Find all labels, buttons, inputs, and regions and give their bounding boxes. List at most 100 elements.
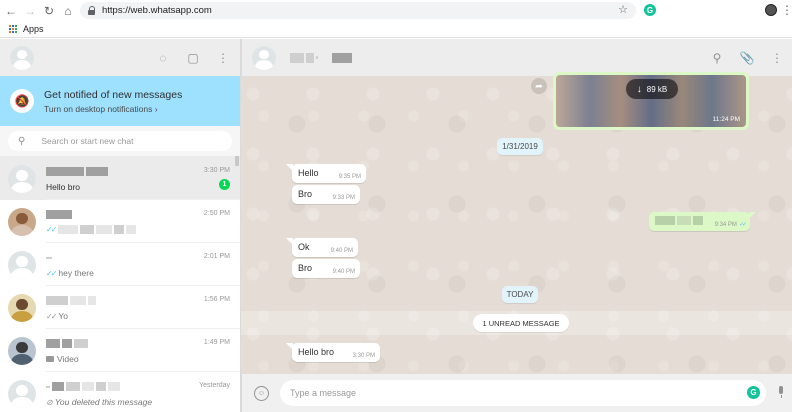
last-message: Video: [57, 354, 79, 364]
address-bar[interactable]: https://web.whatsapp.com ☆: [80, 2, 636, 19]
last-message: You deleted this message: [54, 397, 153, 407]
chat-item[interactable]: ✓✓ hey there 2:01 PM: [0, 243, 240, 286]
message-input[interactable]: [290, 388, 730, 398]
download-button[interactable]: ↓ 89 kB: [626, 79, 678, 99]
my-avatar[interactable]: [10, 45, 34, 70]
chat-item[interactable]: ✓✓ Yo 1:56 PM: [0, 286, 240, 329]
chat-time: 2:01 PM: [203, 253, 230, 260]
new-chat-icon[interactable]: ▢: [186, 51, 200, 65]
last-message: Yo: [58, 311, 69, 321]
contact-avatar[interactable]: [252, 45, 276, 70]
message-time: 11:24 PM: [712, 116, 740, 123]
forward-icon[interactable]: →: [22, 3, 38, 19]
url-text: https://web.whatsapp.com: [102, 5, 212, 16]
emoji-icon[interactable]: ☺: [254, 385, 269, 401]
incoming-message[interactable]: Hello 9:35 PM: [286, 164, 366, 183]
message-time: 3:30 PM: [352, 353, 375, 359]
chat-item[interactable]: ✓✓ 2:50 PM: [0, 200, 240, 243]
attach-icon[interactable]: 📎: [740, 51, 755, 65]
search-box: ⚲: [8, 131, 232, 151]
search-icon: ⚲: [18, 135, 26, 147]
delivered-receipt-icon: ✓✓: [46, 311, 57, 321]
lock-icon: [88, 6, 96, 15]
message-time: 9:34 PM ✓✓: [714, 222, 747, 228]
notification-title: Get notified of new messages: [44, 88, 183, 101]
search-input[interactable]: [41, 136, 212, 146]
notification-banner[interactable]: 🔕 Get notified of new messages Turn on d…: [0, 76, 240, 126]
message-time: 9:33 PM: [332, 195, 355, 201]
message-time: 9:40 PM: [332, 269, 355, 275]
chat-list: Hello bro 3:30 PM 1 ✓✓ 2:50 PM ✓✓ hey th…: [0, 157, 240, 412]
date-separator: 1/31/2019: [497, 138, 543, 155]
read-receipt-icon: ✓✓: [738, 222, 747, 228]
sidebar-header: ◌ ▢ ⋮: [0, 39, 240, 76]
contact-avatar: [8, 293, 36, 322]
search-bar: ⚲: [0, 126, 240, 157]
scrollbar[interactable]: [235, 156, 239, 166]
blurred-image-preview: ↓ 89 kB 11:24 PM: [556, 75, 746, 127]
incoming-message[interactable]: Bro 9:33 PM: [292, 185, 360, 204]
browser-toolbar: ← → ↻ ⌂ https://web.whatsapp.com ☆ G ⋮: [0, 0, 792, 21]
profile-avatar[interactable]: [765, 4, 777, 16]
outgoing-message[interactable]: 9:34 PM ✓✓: [649, 212, 756, 231]
conversation-panel: ⚲ 📎 ⋮ ➦ ↓ 89 kB 11:24 PM 1/31/2019 Hello: [241, 39, 792, 412]
message-time: 9:40 PM: [330, 248, 353, 254]
enable-notifications-link[interactable]: Turn on desktop notifications ›: [44, 104, 182, 114]
incoming-message[interactable]: Hello bro 3:30 PM: [286, 343, 380, 362]
message-time: 9:35 PM: [338, 174, 361, 180]
unread-messages-divider: 1 UNREAD MESSAGE: [473, 314, 569, 332]
incoming-message[interactable]: Bro 9:40 PM: [292, 259, 360, 278]
media-message[interactable]: ↓ 89 kB 11:24 PM: [553, 72, 749, 130]
download-icon: ↓: [636, 83, 642, 95]
forward-message-icon[interactable]: ➦: [531, 78, 547, 94]
message-input-box: G: [280, 380, 766, 406]
last-message-preview: ✓✓ hey there: [46, 268, 240, 278]
bookmarks-bar: Apps: [0, 21, 792, 38]
video-icon: [46, 356, 54, 362]
last-message: hey there: [58, 268, 94, 278]
back-icon[interactable]: ←: [3, 3, 19, 19]
bell-off-icon: 🔕: [10, 89, 34, 113]
today-separator: TODAY: [502, 286, 538, 303]
contact-avatar: [8, 336, 36, 365]
bookmark-apps[interactable]: Apps: [23, 24, 44, 34]
last-message-preview: ✓✓: [46, 225, 240, 234]
read-receipt-icon: ✓✓: [46, 225, 57, 234]
chat-time: 3:30 PM: [203, 167, 230, 174]
chat-item[interactable]: Video 1:49 PM: [0, 329, 240, 372]
chat-time: 1:49 PM: [203, 339, 230, 346]
media-size: 89 kB: [646, 84, 668, 94]
star-icon[interactable]: ☆: [618, 3, 628, 16]
message-composer: ☺ G: [241, 374, 792, 412]
status-icon[interactable]: ◌: [156, 51, 170, 65]
sidebar: ◌ ▢ ⋮ 🔕 Get notified of new messages Tur…: [0, 39, 241, 412]
contact-avatar: [8, 207, 36, 236]
reload-icon[interactable]: ↻: [41, 3, 57, 19]
unread-count-badge: 1: [219, 179, 230, 190]
contact-avatar: [8, 250, 36, 279]
home-icon[interactable]: ⌂: [60, 3, 76, 19]
contact-avatar: [8, 379, 36, 408]
apps-icon[interactable]: [9, 24, 18, 34]
menu-icon[interactable]: ⋮: [216, 51, 230, 65]
conversation-header[interactable]: ⚲ 📎 ⋮: [241, 39, 792, 76]
deleted-icon: ⊘: [46, 397, 53, 407]
grammarly-icon[interactable]: G: [747, 386, 760, 399]
chat-item[interactable]: Hello bro 3:30 PM 1: [0, 157, 240, 200]
chat-time: 2:50 PM: [203, 210, 230, 217]
contact-name-redacted: [290, 52, 354, 63]
last-message-preview: Video: [46, 354, 240, 364]
last-message-preview: ✓✓ Yo: [46, 311, 240, 321]
chat-time: Yesterday: [199, 382, 230, 389]
menu-icon[interactable]: ⋮: [770, 51, 784, 65]
incoming-message[interactable]: Ok 9:40 PM: [286, 238, 358, 257]
last-message: Hello bro: [46, 182, 81, 192]
browser-menu-icon[interactable]: ⋮: [781, 3, 792, 17]
grammarly-extension-icon[interactable]: G: [644, 4, 656, 16]
whatsapp-app: ◌ ▢ ⋮ 🔕 Get notified of new messages Tur…: [0, 39, 792, 412]
chat-time: 1:56 PM: [203, 296, 230, 303]
read-receipt-icon: ✓✓: [46, 268, 57, 278]
search-icon[interactable]: ⚲: [710, 51, 724, 65]
chat-item[interactable]: ⊘ You deleted this message Yesterday: [0, 372, 240, 412]
mic-icon[interactable]: [778, 386, 784, 398]
